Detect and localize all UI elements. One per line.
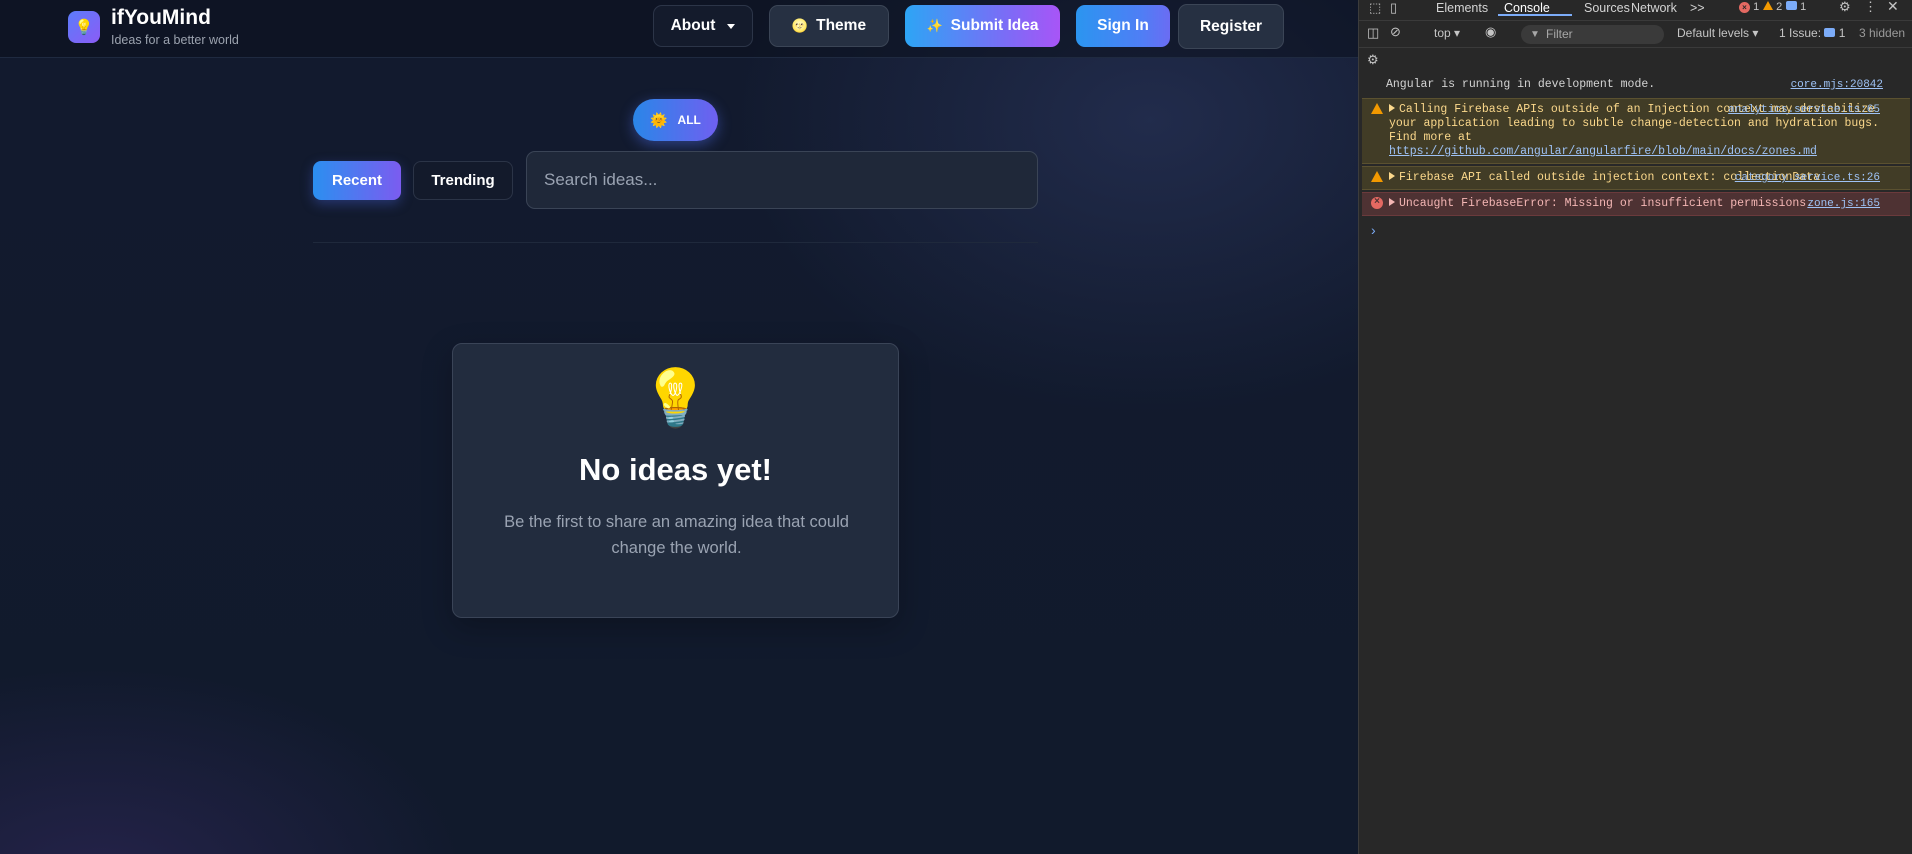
context-label: top bbox=[1434, 26, 1451, 40]
theme-button[interactable]: 🌝 Theme bbox=[769, 5, 889, 47]
eye-icon[interactable]: ◉ bbox=[1485, 24, 1496, 40]
issues-label: 1 Issue: bbox=[1779, 26, 1822, 40]
warning-count-value: 2 bbox=[1776, 1, 1783, 13]
message-source-link[interactable]: analytics.service.ts:65 bbox=[1728, 103, 1880, 117]
tab-sources[interactable]: Sources bbox=[1584, 1, 1630, 15]
tab-console[interactable]: Console bbox=[1504, 1, 1550, 15]
register-button[interactable]: Register bbox=[1178, 4, 1284, 49]
recent-filter-button[interactable]: Recent bbox=[313, 161, 401, 200]
filter-placeholder: Filter bbox=[1546, 27, 1573, 41]
docs-link[interactable]: https://github.com/angular/angularfire/b… bbox=[1389, 145, 1817, 158]
empty-state-card: 💡 No ideas yet! Be the first to share an… bbox=[452, 343, 899, 618]
app-header: 💡 ifYouMind Ideas for a better world Abo… bbox=[0, 0, 1358, 58]
settings-gear-icon[interactable]: ⚙ bbox=[1839, 0, 1851, 15]
lightbulb-icon: 💡 bbox=[640, 366, 711, 429]
active-tab-indicator bbox=[1498, 14, 1572, 16]
search-placeholder: Search ideas... bbox=[544, 170, 658, 189]
error-icon: × bbox=[1371, 197, 1383, 209]
trending-label: Trending bbox=[431, 172, 495, 189]
sidebar-toggle-icon[interactable]: ◫ bbox=[1367, 25, 1379, 41]
tab-elements[interactable]: Elements bbox=[1436, 1, 1488, 15]
category-all-pill[interactable]: 🌞 ALL bbox=[633, 99, 718, 141]
close-icon[interactable]: ✕ bbox=[1887, 0, 1899, 15]
issues-counter[interactable]: 1 Issue: 1 bbox=[1779, 26, 1845, 40]
issue-icon bbox=[1824, 28, 1836, 37]
register-label: Register bbox=[1199, 17, 1263, 35]
kebab-menu-icon[interactable]: ⋮ bbox=[1864, 0, 1877, 15]
category-all-label: ALL bbox=[677, 113, 701, 127]
empty-state-title: No ideas yet! bbox=[579, 452, 772, 487]
warning-icon bbox=[1371, 103, 1383, 114]
console-message-warning[interactable]: Calling Firebase APIs outside of an Inje… bbox=[1362, 98, 1910, 164]
submit-idea-label: Submit Idea bbox=[950, 17, 1039, 34]
expand-triangle-icon[interactable] bbox=[1389, 172, 1395, 180]
recent-label: Recent bbox=[331, 172, 383, 189]
warning-count[interactable]: 2 bbox=[1763, 1, 1782, 13]
hidden-count: 3 hidden bbox=[1859, 26, 1906, 40]
logo[interactable]: 💡 bbox=[68, 11, 100, 43]
divider bbox=[313, 242, 1038, 243]
about-label: About bbox=[670, 17, 716, 34]
trending-filter-button[interactable]: Trending bbox=[413, 161, 513, 200]
console-message-warning[interactable]: Firebase API called outside injection co… bbox=[1362, 166, 1910, 190]
warning-icon bbox=[1371, 171, 1383, 182]
console-prompt[interactable]: › bbox=[1371, 222, 1376, 238]
sign-in-label: Sign In bbox=[1097, 17, 1149, 34]
expand-triangle-icon[interactable] bbox=[1389, 104, 1395, 112]
theme-label: Theme bbox=[816, 17, 867, 34]
moon-face-icon: 🌝 bbox=[791, 18, 809, 33]
sign-in-button[interactable]: Sign In bbox=[1076, 5, 1170, 47]
console-message-error[interactable]: × Uncaught FirebaseError: Missing or ins… bbox=[1362, 192, 1910, 216]
inspect-element-icon[interactable]: ⬚ bbox=[1369, 0, 1381, 16]
clear-console-icon[interactable]: ⊘ bbox=[1390, 24, 1401, 40]
message-source-link[interactable]: category.service.ts:26 bbox=[1735, 171, 1880, 185]
devtools-panel: ⬚ ▯ Elements Console Sources Network >> … bbox=[1358, 0, 1912, 854]
warning-icon bbox=[1763, 1, 1773, 10]
expand-triangle-icon[interactable] bbox=[1389, 198, 1395, 206]
filter-icon: ▼ bbox=[1530, 29, 1540, 40]
console-messages: Angular is running in development mode. … bbox=[1359, 74, 1912, 218]
devtools-tab-bar: ⬚ ▯ Elements Console Sources Network >> … bbox=[1359, 0, 1912, 16]
lightbulb-icon: 💡 bbox=[74, 19, 94, 36]
console-toolbar: ◫ ⊘ top ▾ ◉ ▼ Filter Default levels ▾ 1 … bbox=[1359, 20, 1912, 48]
sparkles-icon: ✨ bbox=[926, 18, 943, 33]
about-menu-button[interactable]: About bbox=[653, 5, 753, 47]
console-message-info[interactable]: Angular is running in development mode. … bbox=[1359, 74, 1912, 96]
brand-title[interactable]: ifYouMind bbox=[111, 6, 211, 30]
message-source-link[interactable]: zone.js:165 bbox=[1807, 197, 1880, 211]
error-count[interactable]: × 1 bbox=[1739, 1, 1759, 13]
message-text: Angular is running in development mode. bbox=[1386, 78, 1656, 91]
console-settings-gear-icon[interactable]: ⚙ bbox=[1367, 52, 1379, 68]
context-selector[interactable]: top ▾ bbox=[1434, 26, 1460, 40]
app-viewport: 💡 ifYouMind Ideas for a better world Abo… bbox=[0, 0, 1358, 854]
message-icon bbox=[1786, 1, 1797, 10]
issues-count: 1 bbox=[1838, 26, 1846, 40]
brand-subtitle: Ideas for a better world bbox=[111, 33, 239, 47]
log-levels-dropdown[interactable]: Default levels ▾ bbox=[1677, 26, 1758, 40]
message-text: Uncaught FirebaseError: Missing or insuf… bbox=[1399, 197, 1814, 210]
empty-state-description: Be the first to share an amazing idea th… bbox=[504, 513, 849, 557]
info-count-value: 1 bbox=[1800, 1, 1807, 13]
message-source-link[interactable]: core.mjs:20842 bbox=[1791, 78, 1883, 92]
search-input[interactable]: Search ideas... bbox=[526, 151, 1038, 209]
error-icon: × bbox=[1739, 2, 1750, 13]
info-count[interactable]: 1 bbox=[1786, 1, 1806, 13]
log-levels-label: Default levels bbox=[1677, 26, 1750, 40]
console-filter-input[interactable]: ▼ Filter bbox=[1521, 25, 1664, 44]
tab-network[interactable]: Network bbox=[1631, 1, 1677, 15]
more-tabs-icon[interactable]: >> bbox=[1690, 1, 1705, 15]
error-count-value: 1 bbox=[1753, 1, 1760, 13]
sun-icon: 🌞 bbox=[650, 111, 668, 128]
submit-idea-button[interactable]: ✨ Submit Idea bbox=[905, 5, 1060, 47]
chevron-down-icon bbox=[727, 23, 736, 29]
device-toolbar-icon[interactable]: ▯ bbox=[1390, 0, 1397, 16]
